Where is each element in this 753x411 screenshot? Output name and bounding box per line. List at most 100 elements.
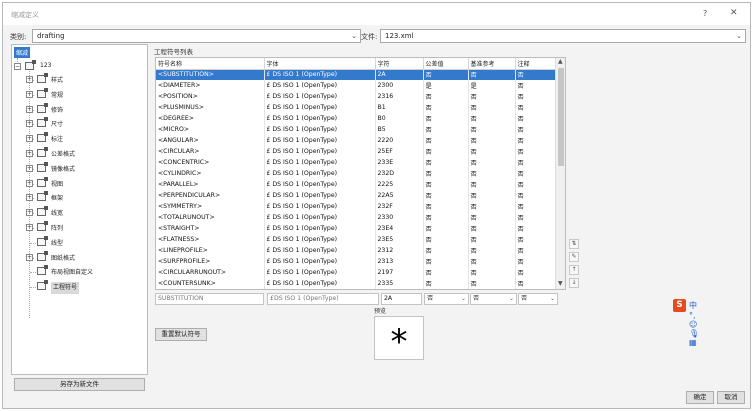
tree-item[interactable]: 阵列 [51, 223, 63, 235]
tree-item[interactable]: 公差格式 [51, 149, 75, 161]
table-row[interactable]: <CONCENTRIC> £ DS ISO 1 (OpenType) 233E 否否否 [156, 157, 557, 168]
sogou-icon[interactable]: S [673, 299, 686, 312]
font-select[interactable]: £DS ISO 1 (OpenType) [267, 293, 379, 305]
table-row[interactable]: <MICRO> £ DS ISO 1 (OpenType) B5 否否否 [156, 124, 557, 135]
column-header[interactable]: 字体 [264, 58, 376, 70]
tree-item[interactable]: 工程符号 [51, 282, 80, 295]
save-as-new-file-button[interactable]: 另存为新文件 [14, 378, 145, 391]
tree-item[interactable]: 线宽 [51, 208, 63, 220]
table-cell: £ DS ISO 1 (OpenType) [264, 168, 376, 179]
table-row[interactable]: <TOTALRUNOUT> £ DS ISO 1 (OpenType) 2330 否否否 [156, 212, 557, 223]
tree-root-badge[interactable]: 缩减 [14, 47, 31, 58]
reset-default-symbol-button[interactable]: 重置默认符号 [155, 328, 207, 341]
expand-icon[interactable]: + [26, 179, 33, 187]
table-cell: £ DS ISO 1 (OpenType) [264, 102, 376, 113]
expand-icon[interactable]: + [26, 253, 33, 261]
cell-text: DS ISO 1 (OpenType) [272, 236, 338, 243]
tree-item[interactable]: 镜像格式 [51, 164, 75, 176]
ok-button[interactable]: 确定 [686, 391, 714, 404]
folder-icon [37, 191, 48, 202]
table-row[interactable]: <CIRCULARRUNOUT> £ DS ISO 1 (OpenType) 2197… [156, 267, 557, 278]
collapse-icon[interactable]: − [14, 63, 21, 70]
help-icon[interactable]: ? [703, 9, 707, 18]
table-row[interactable]: <PERPENDICULAR> £ DS ISO 1 (OpenType) 22A5 否… [156, 190, 557, 201]
table-row[interactable]: <FLATNESS> £ DS ISO 1 (OpenType) 23E5 否否否 [156, 234, 557, 245]
expand-icon[interactable]: + [26, 120, 33, 128]
column-header[interactable]: 字符 [375, 58, 424, 70]
table-row[interactable]: <CYLINDRIC> £ DS ISO 1 (OpenType) 232D 否否否 [156, 168, 557, 179]
folder-icon [37, 147, 48, 157]
file-select[interactable]: 123.xml ⌄ [380, 29, 746, 43]
table-cell: <LINEPROFILE> [156, 245, 265, 256]
table-row[interactable]: <DIAMETER> £ DS ISO 1 (OpenType) 2300 是是否 [156, 80, 557, 91]
tree-item[interactable]: 修饰 [51, 105, 63, 117]
tree-item[interactable]: 布局视图自定义 [51, 267, 93, 279]
expand-icon[interactable]: + [26, 105, 33, 113]
table-row[interactable]: <PARALLEL> £ DS ISO 1 (OpenType) 2225 否否否 [156, 179, 557, 190]
folder-icon [37, 176, 48, 187]
expand-icon[interactable]: + [26, 194, 33, 202]
sort-icon[interactable]: ⇅ [569, 239, 579, 249]
expand-icon[interactable]: + [26, 90, 33, 98]
column-header[interactable]: 注释 [515, 58, 557, 70]
category-select[interactable]: drafting ⌄ [32, 29, 361, 43]
scroll-thumb[interactable] [558, 68, 564, 166]
scroll-up-icon[interactable]: ▲ [558, 58, 563, 65]
expand-icon[interactable]: + [26, 76, 33, 83]
tree-item[interactable]: 常规 [51, 90, 63, 102]
column-header[interactable]: 符号名称 [156, 58, 265, 70]
table-cell: 否 [468, 278, 516, 289]
table-row[interactable]: <PLUSMINUS> £ DS ISO 1 (OpenType) B1 否否否 [156, 102, 557, 113]
expand-icon[interactable]: + [26, 209, 33, 217]
column-header[interactable]: 公差值 [423, 58, 469, 70]
tree-item[interactable]: 图纸格式 [51, 253, 75, 265]
table-cell: 否 [468, 157, 516, 168]
table-row[interactable]: <SURFPROFILE> £ DS ISO 1 (OpenType) 2313 否否否 [156, 256, 557, 267]
scroll-down-icon[interactable]: ▼ [558, 280, 563, 287]
table-row[interactable]: <LINEPROFILE> £ DS ISO 1 (OpenType) 2312 否否否 [156, 245, 557, 256]
note-select[interactable]: 否 ⌄ [518, 293, 558, 305]
table-cell: 否 [515, 234, 557, 245]
move-up-icon[interactable]: ↑ [569, 265, 579, 275]
table-cell: £ DS ISO 1 (OpenType) [264, 80, 376, 91]
table-cell: 否 [468, 168, 516, 179]
cell-text: DS ISO 1 (OpenType) [272, 159, 338, 166]
expand-icon[interactable]: + [26, 224, 33, 231]
expand-icon[interactable]: + [26, 150, 33, 157]
table-row[interactable]: <COUNTERSUNK> £ DS ISO 1 (OpenType) 2335 否否否 [156, 278, 557, 289]
table-title: 工程符号列表 [154, 48, 193, 56]
edit-icon[interactable]: ✎ [569, 252, 579, 262]
table-row[interactable]: <ANGULAR> £ DS ISO 1 (OpenType) 2220 否否否 [156, 135, 557, 146]
datum-select[interactable]: 否 ⌄ [470, 293, 517, 305]
cancel-button[interactable]: 取消 [717, 391, 745, 404]
symbol-table[interactable]: 符号名称 字体 字符 公差值 基准参考 注释 <SUBSTITUTION> £ DS… [155, 57, 566, 290]
tree-item[interactable]: 样式 [51, 75, 63, 87]
tree-item[interactable]: 尺寸 [51, 119, 63, 131]
expand-icon[interactable]: + [26, 135, 33, 143]
window-title: 缩减定义 [11, 11, 39, 19]
tree-item[interactable]: 线型 [51, 238, 63, 250]
table-row[interactable]: <POSITION> £ DS ISO 1 (OpenType) 2316 否否否 [156, 91, 557, 102]
table-row[interactable]: <CIRCULAR> £ DS ISO 1 (OpenType) 25EF 否否否 [156, 146, 557, 157]
table-cell: £ DS ISO 1 (OpenType) [264, 124, 376, 135]
table-row[interactable]: <DEGREE> £ DS ISO 1 (OpenType) B0 否否否 [156, 113, 557, 124]
char-input[interactable]: 2A [381, 293, 422, 305]
close-icon[interactable]: ✕ [730, 8, 738, 18]
table-scrollbar[interactable]: ▲ ▼ [555, 58, 565, 289]
table-row[interactable]: <SUBSTITUTION> £ DS ISO 1 (OpenType) 2A 否否否 [156, 69, 557, 80]
table-row[interactable]: <SYMMETRY> £ DS ISO 1 (OpenType) 232F 否否否 [156, 201, 557, 212]
ime-status-text[interactable]: 中 °, ☺ 🎙 ▦ [689, 300, 699, 347]
table-row[interactable]: <STRAIGHT> £ DS ISO 1 (OpenType) 23E4 否否否 [156, 223, 557, 234]
expand-icon[interactable]: + [26, 164, 33, 172]
tree-item[interactable]: 视图 [51, 179, 63, 191]
category-value: drafting [37, 32, 65, 40]
settings-tree[interactable]: 缩减 − 123 + 样式 + 常规 + 修饰 + 尺寸 + 标注 + 公差格式 + 镜像格式 + 视图 + 框架… [11, 44, 148, 375]
move-down-icon[interactable]: ↓ [569, 278, 579, 288]
name-input[interactable]: SUBSTITUTION [155, 293, 264, 305]
tree-item[interactable]: 标注 [51, 134, 63, 146]
tree-item[interactable]: 框架 [51, 193, 63, 205]
cell-text: DS ISO 1 (OpenType) [272, 137, 338, 144]
column-header[interactable]: 基准参考 [468, 58, 516, 70]
tolerance-select[interactable]: 否 ⌄ [424, 293, 469, 305]
table-cell: 否 [423, 234, 469, 245]
